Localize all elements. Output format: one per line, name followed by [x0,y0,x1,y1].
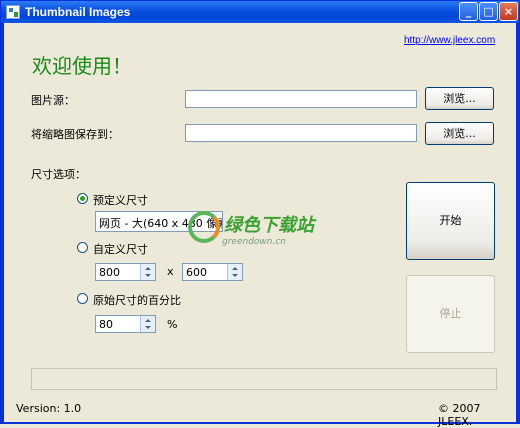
percent-stepper[interactable]: 80 [95,315,156,333]
browse-source-button[interactable]: 浏览... [425,87,494,110]
custom-height-stepper[interactable]: 600 [182,263,243,281]
custom-size-radio[interactable] [77,242,88,253]
app-image-icon [6,5,20,19]
predefined-size-radio[interactable] [77,193,88,204]
minimize-button[interactable]: _ [459,2,478,21]
height-spin-arrows[interactable] [227,264,242,280]
up-arrow-icon[interactable] [232,267,238,270]
close-button[interactable]: × [499,2,518,21]
custom-height-value: 600 [186,266,207,279]
watermark: 绿色下载站 greendown.cn [182,207,342,257]
size-options-label: 尺寸选项： [31,168,86,181]
source-label: 图片源： [31,94,75,107]
times-label: x [167,265,174,278]
app-window: Thumbnail Images _ □ × http://www.jleex.… [0,0,520,428]
stop-button[interactable]: 停止 [406,275,495,353]
copyright-label: © 2007 JLEEX. [438,402,481,428]
custom-size-label[interactable]: 自定义尺寸 [93,241,148,257]
source-input[interactable] [185,90,417,108]
save-input[interactable] [185,124,417,142]
percent-size-radio[interactable] [77,293,88,304]
percent-size-label[interactable]: 原始尺寸的百分比 [93,292,181,308]
custom-width-stepper[interactable]: 800 [95,263,156,281]
watermark-text: 绿色下载站 [224,215,314,236]
maximize-button[interactable]: □ [479,2,498,21]
welcome-title: 欢迎使用！ [32,54,132,78]
down-arrow-icon[interactable] [145,326,151,329]
width-spin-arrows[interactable] [140,264,155,280]
save-label: 将缩略图保存到： [31,128,119,141]
title-bar[interactable]: Thumbnail Images _ □ × [1,1,519,23]
window-title: Thumbnail Images [25,5,131,19]
percent-value: 80 [99,318,113,331]
up-arrow-icon[interactable] [145,267,151,270]
custom-width-value: 800 [99,266,120,279]
main-panel: http://www.jleex.com 欢迎使用！ 图片源： 浏览... 将缩… [4,23,516,428]
browse-save-button[interactable]: 浏览... [425,122,494,145]
percent-unit-label: % [167,318,178,331]
watermark-subtext: greendown.cn [222,237,286,247]
percent-spin-arrows[interactable] [140,316,155,332]
version-label: Version: 1.0 [16,402,82,415]
progress-bar [31,368,497,390]
down-arrow-icon[interactable] [232,274,238,277]
website-link[interactable]: http://www.jleex.com [404,35,495,46]
watermark-logo-icon [188,211,220,243]
start-button[interactable]: 开始 [406,182,495,260]
up-arrow-icon[interactable] [145,319,151,322]
predefined-size-label[interactable]: 预定义尺寸 [93,192,148,208]
down-arrow-icon[interactable] [145,274,151,277]
